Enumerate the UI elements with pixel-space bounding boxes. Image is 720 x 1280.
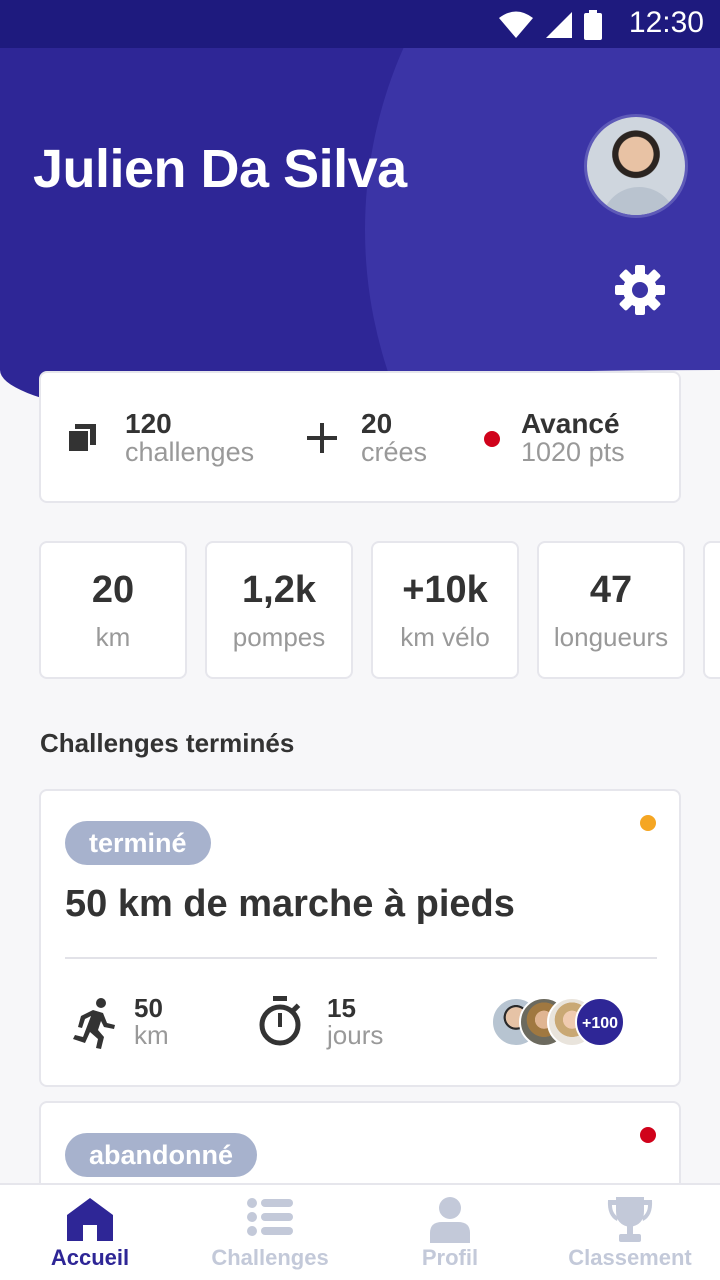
stat-challenges-label: challenges	[125, 437, 255, 467]
metric-value: 1,2k	[242, 569, 316, 611]
clock: 12:30	[628, 6, 704, 39]
settings-gear-icon[interactable]	[614, 264, 666, 316]
list-icon	[247, 1198, 293, 1236]
battery-icon	[584, 10, 602, 40]
more-participants-badge: +100	[575, 997, 625, 1047]
nav-label: Accueil	[50, 1245, 130, 1270]
metric-unit: longueurs	[553, 622, 669, 652]
challenge-duration: 15 jours	[327, 995, 383, 1049]
nav-label: Challenges	[211, 1245, 329, 1270]
status-dot	[640, 815, 656, 831]
stat-created-value: 20	[361, 408, 393, 439]
trophy-icon	[607, 1197, 653, 1242]
stat-level-label: 1020 pts	[521, 437, 625, 467]
stat-created: 20 crées	[361, 408, 428, 468]
metric-value: 20	[91, 569, 135, 611]
header-decoration	[365, 0, 720, 430]
stack-icon	[67, 424, 96, 453]
status-bar: 12:30	[0, 0, 720, 48]
metric-unit: km vélo	[400, 622, 490, 652]
level-dot	[484, 431, 500, 447]
summary-card: 120 challenges 20 crées Avancé 1020 pts	[39, 371, 681, 503]
status-badge: abandonné	[65, 1133, 258, 1177]
distance-value: 50	[134, 993, 163, 1023]
wifi-icon	[499, 11, 533, 38]
duration-value: 15	[327, 993, 356, 1023]
avatar[interactable]	[584, 114, 688, 218]
stopwatch-icon	[259, 996, 301, 1046]
bottom-navigation: Accueil Challenges Profil Classement	[0, 1183, 720, 1280]
stat-challenges-value: 120	[125, 408, 172, 439]
nav-item-challenges[interactable]: Challenges	[180, 1185, 360, 1280]
nav-item-classement[interactable]: Classement	[540, 1185, 720, 1280]
plus-icon	[307, 423, 337, 453]
home-icon	[67, 1198, 113, 1241]
duration-unit: jours	[327, 1020, 384, 1050]
nav-item-accueil[interactable]: Accueil	[0, 1185, 180, 1280]
metric-value: 47	[589, 569, 633, 611]
challenge-distance: 50 km	[134, 995, 169, 1049]
status-dot	[640, 1127, 656, 1143]
divider	[65, 957, 657, 959]
participants[interactable]: +100	[491, 997, 631, 1049]
metric-card-partial[interactable]	[703, 541, 720, 679]
distance-unit: km	[134, 1020, 169, 1050]
metric-unit: km	[95, 622, 131, 652]
metric-card[interactable]: 47 longueurs	[537, 541, 685, 679]
nav-label: Profil	[421, 1245, 479, 1270]
stat-created-label: crées	[361, 437, 428, 467]
metric-unit: pompes	[232, 622, 326, 652]
user-name: Julien Da Silva	[33, 139, 407, 199]
metric-card[interactable]: 1,2k pompes	[205, 541, 353, 679]
stat-level-value: Avancé	[521, 408, 620, 439]
signal-icon	[546, 12, 572, 38]
user-icon	[430, 1197, 470, 1243]
profile-header	[0, 0, 720, 430]
challenge-card[interactable]: terminé 50 km de marche à pieds 50 km 15…	[39, 789, 681, 1087]
challenge-title: 50 km de marche à pieds	[65, 883, 515, 925]
nav-item-profil[interactable]: Profil	[360, 1185, 540, 1280]
metric-card[interactable]: 20 km	[39, 541, 187, 679]
running-icon	[73, 998, 115, 1049]
nav-label: Classement	[568, 1245, 692, 1270]
stat-level: Avancé 1020 pts	[521, 408, 625, 468]
status-badge: terminé	[65, 821, 211, 865]
metric-card[interactable]: +10k km vélo	[371, 541, 519, 679]
metric-value: +10k	[402, 569, 488, 611]
section-title: Challenges terminés	[40, 728, 295, 758]
stat-challenges: 120 challenges	[125, 408, 255, 468]
